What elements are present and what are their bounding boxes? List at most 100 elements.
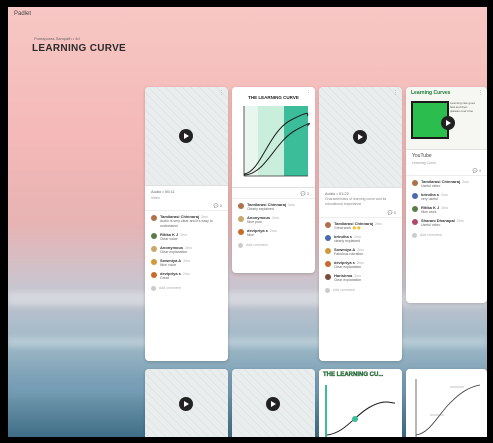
post-card[interactable] [406, 369, 487, 437]
add-comment-label: Add comment [333, 288, 355, 292]
post-description: Characteristics of learning curve and it… [325, 197, 387, 206]
comment-text: Great work 👏👏 [334, 226, 361, 230]
avatar [151, 286, 156, 291]
avatar [325, 248, 331, 254]
comment: Ritika K J 2mo Nice work [406, 202, 487, 215]
comment: Tamilarasi Chinnaraj 2mo Clearly explaine… [232, 199, 315, 212]
thumbnail-title: THE LEARNING CU... [323, 372, 384, 378]
avatar [412, 233, 417, 238]
avatar [412, 219, 418, 225]
avatar [238, 243, 243, 248]
comment-time: 2mo [182, 272, 190, 276]
add-comment-label: Add comment [159, 286, 181, 290]
more-icon[interactable]: ⋮ [219, 90, 224, 96]
comment-count-value: 5 [219, 203, 222, 208]
comment-text: Useful video [421, 184, 441, 188]
add-comment-field[interactable]: Add comment [232, 238, 315, 248]
add-comment-label: Add comment [246, 243, 268, 247]
play-icon[interactable] [353, 130, 367, 144]
avatar [412, 180, 418, 186]
comment-count[interactable]: 💬 3 [232, 188, 315, 199]
padlet-board: Padlet Pomaporas Sampath • 4d LEARNING C… [8, 7, 487, 437]
avatar [325, 261, 331, 267]
app-brand[interactable]: Padlet [14, 11, 31, 17]
post-thumbnail[interactable]: ⋮ Learning Curves Learning rate goes fas… [406, 87, 487, 150]
comment-count[interactable]: 💬 5 [145, 200, 228, 211]
avatar [238, 203, 244, 209]
comment-count[interactable]: 💬 4 [406, 165, 487, 176]
avatar [325, 235, 331, 241]
post-card[interactable]: ⋮ THE LEARNING CURVE 💬 3 Tamilarasi Chin… [232, 87, 315, 273]
thumbnail-title: THE LEARNING CURVE [248, 95, 299, 100]
post-thumbnail[interactable]: THE LEARNING CU... [319, 369, 402, 437]
comment-time: 2mo [462, 180, 469, 184]
learning-curve-graph [243, 106, 310, 177]
avatar [412, 193, 418, 199]
play-icon[interactable] [266, 397, 280, 411]
avatar [238, 229, 244, 235]
post-thumbnail[interactable]: ⋮ [319, 87, 402, 188]
comment-time: 2mo [441, 193, 448, 197]
avatar [238, 216, 244, 222]
comment-time: 2mo [456, 219, 464, 223]
comment-text: Nice post [247, 220, 262, 224]
post-thumbnail[interactable] [145, 369, 228, 437]
comment-text: Audio is very clear and it's easy to und… [160, 219, 213, 228]
link-source: YouTube [412, 153, 432, 159]
comment: devipriya s 2mo Clear explanation [319, 257, 402, 270]
comment: devipriya s 2mo Great [145, 268, 228, 281]
more-icon[interactable]: ⋮ [478, 90, 483, 96]
comment-count-value: 3 [306, 191, 309, 196]
post-card[interactable] [145, 369, 228, 437]
play-icon[interactable] [179, 397, 193, 411]
post-card[interactable] [232, 369, 315, 437]
play-icon[interactable] [441, 116, 455, 130]
avatar [151, 246, 157, 252]
comment-text: Clearly explained [247, 207, 274, 211]
comment: Sharani Dhanapal 2mo Useful video [406, 215, 487, 228]
play-icon[interactable] [179, 129, 193, 143]
post-card[interactable]: ⋮ Audio • 00:11 Video 💬 5 Tamilarasi Chi… [145, 87, 228, 361]
avatar [151, 259, 157, 265]
comment: Tamilarasi Chinnaraj 2mo Great work 👏👏 [319, 218, 402, 231]
avatar [151, 215, 157, 221]
post-thumbnail[interactable] [232, 369, 315, 437]
comment-count-value: 5 [393, 210, 396, 215]
post-card[interactable]: ⋮ Audio • 01:22 Characteristics of learn… [319, 87, 402, 361]
comment: brindha s 2mo very useful [406, 189, 487, 202]
thumbnail-text: Learning rate goes fast and then plateau… [450, 101, 476, 113]
curve-graphic [415, 379, 481, 437]
add-comment-field[interactable]: Add comment [406, 228, 487, 238]
comment-text: Useful video [421, 223, 441, 227]
post-thumbnail[interactable]: ⋮ THE LEARNING CURVE [232, 87, 315, 188]
add-comment-field[interactable]: Add comment [145, 281, 228, 291]
comment-text: Nice voice [160, 263, 177, 267]
add-comment-label: Add comment [420, 233, 442, 237]
comment-count[interactable]: 💬 5 [319, 207, 402, 218]
comment: Anonymous 2mo Nice post [232, 212, 315, 225]
comment: Ritika K J 2mo Clear voice [145, 229, 228, 242]
curve-graphic [326, 401, 396, 436]
comment: devipriya s 2mo Nice [232, 225, 315, 238]
comment: brindha s 2mo clearly explained [319, 231, 402, 244]
background-wave [8, 337, 487, 347]
avatar [151, 272, 157, 278]
comment-time: 2mo [375, 222, 382, 226]
post-card[interactable]: ⋮ Learning Curves Learning rate goes fas… [406, 87, 487, 303]
comment: Harishma 2mo Clear explanation [319, 270, 402, 283]
avatar [325, 222, 331, 228]
comment-text: Clear explanation [160, 250, 188, 254]
comment-text: clearly explained [334, 239, 361, 243]
add-comment-field[interactable]: Add comment [319, 283, 402, 293]
post-thumbnail[interactable]: ⋮ [145, 87, 228, 186]
post-card[interactable]: THE LEARNING CU... [319, 369, 402, 437]
comment-time: 2mo [180, 233, 188, 237]
comment-text: Fabulous narration [334, 252, 364, 256]
post-thumbnail[interactable] [406, 369, 487, 437]
comment-time: 2mo [269, 229, 277, 233]
comment-time: 2mo [272, 216, 279, 220]
comment: Anonymous 2mo Clear explanation [145, 242, 228, 255]
comment-text: Clear explanation [334, 278, 362, 282]
more-icon[interactable]: ⋮ [393, 90, 398, 96]
thumbnail-title: Learning Curves [411, 90, 451, 96]
